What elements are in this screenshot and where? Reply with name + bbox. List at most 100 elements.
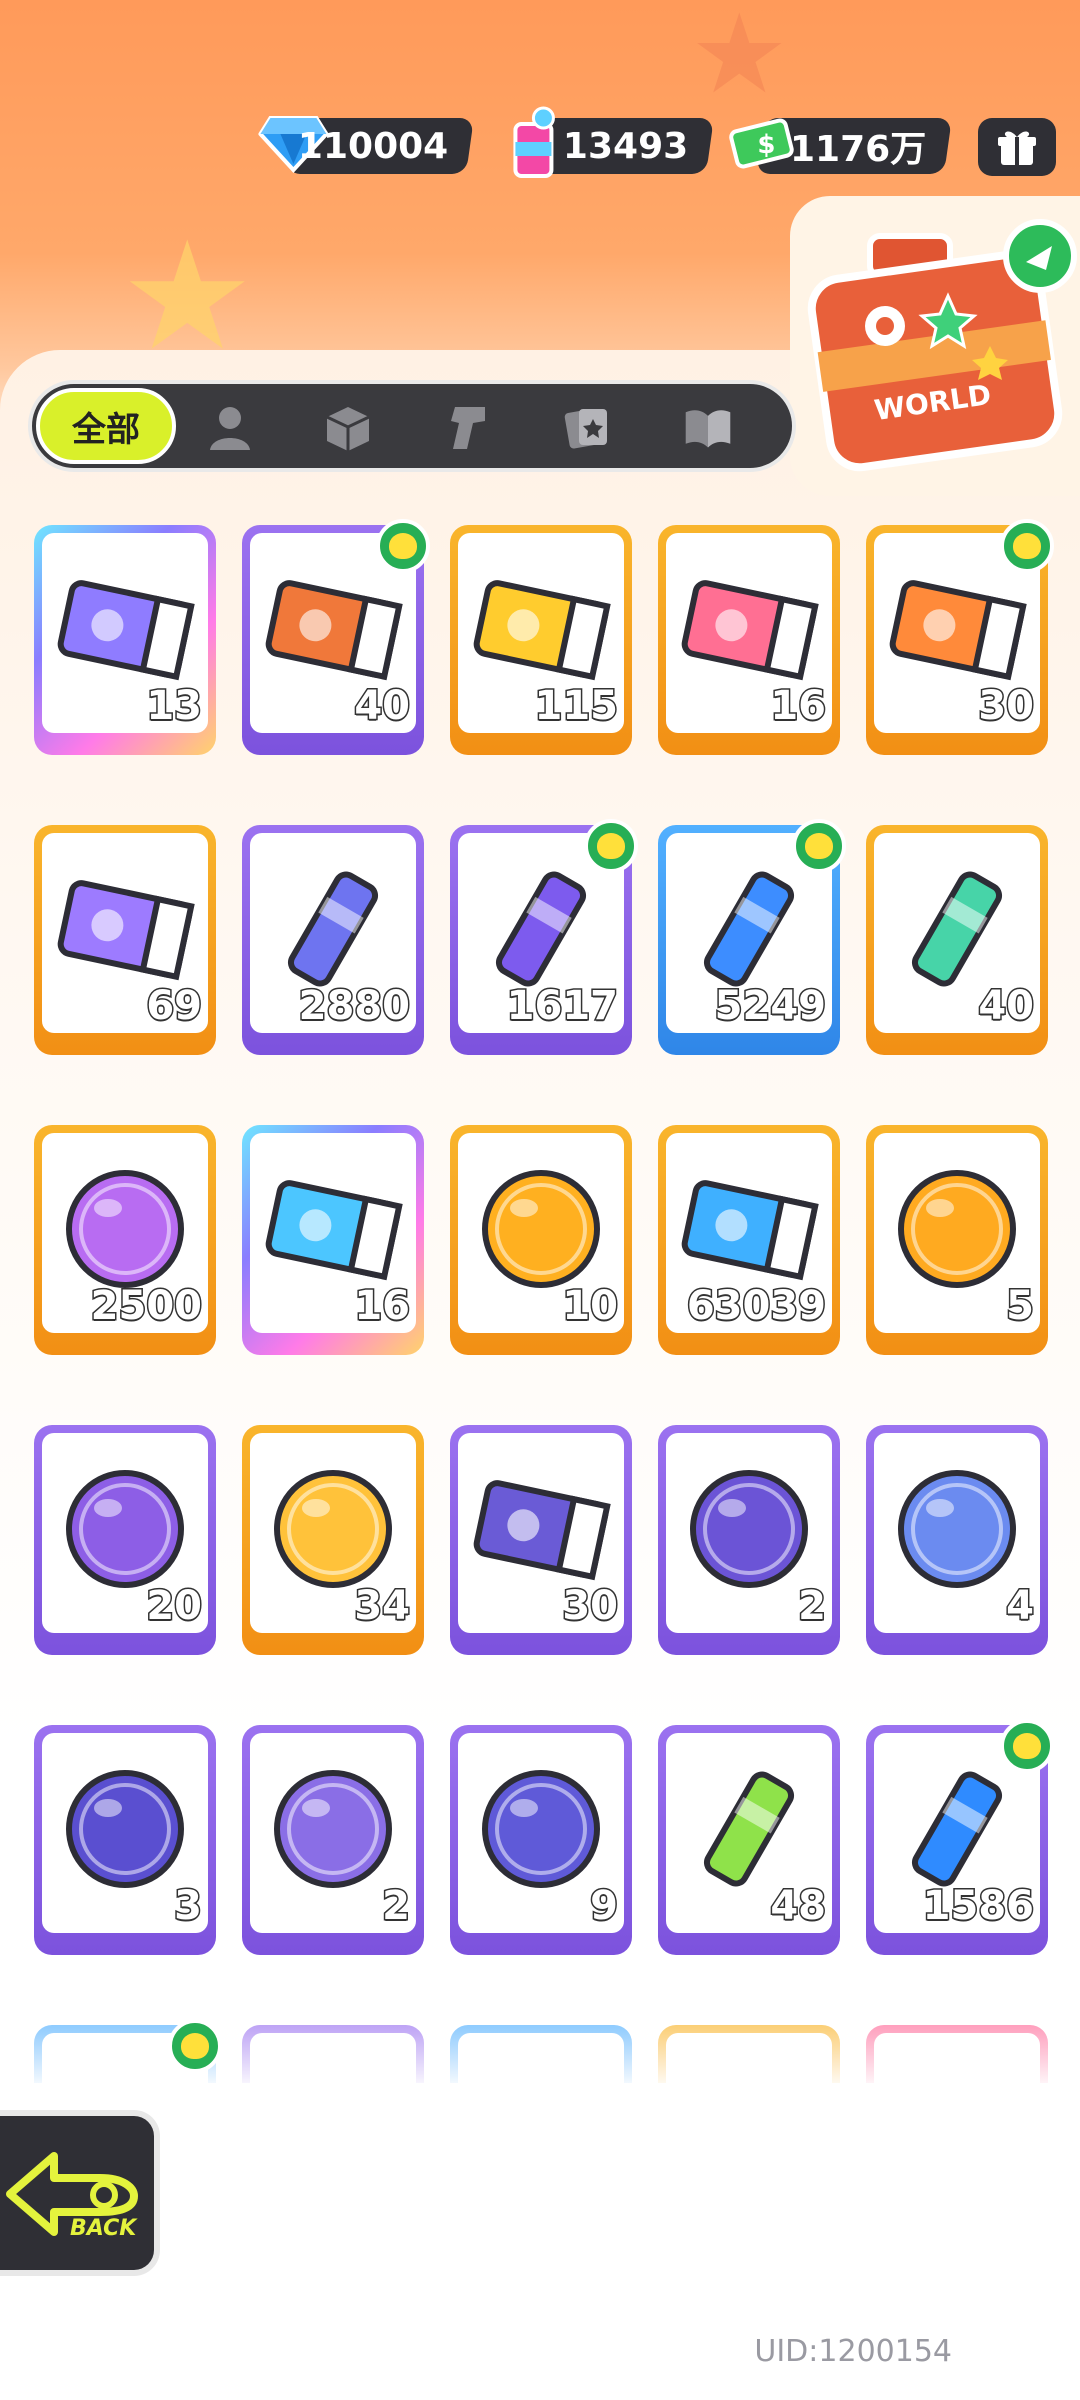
item-quantity: 2	[381, 1882, 412, 1931]
inventory-item[interactable]: 9	[450, 1725, 632, 1955]
inventory-item[interactable]: 4	[866, 1425, 1048, 1655]
item-quantity: 2	[797, 1582, 828, 1631]
tab-boxes[interactable]	[322, 402, 374, 454]
yellow-ticket-icon	[471, 559, 611, 699]
inventory-item[interactable]: 30	[450, 1425, 632, 1655]
tab-cards[interactable]	[562, 402, 614, 454]
cash-value: 1176万	[789, 129, 926, 170]
item-quantity: 9	[589, 1882, 620, 1931]
inventory-item[interactable]: 5	[866, 1125, 1048, 1355]
mystery-egg-orange-icon	[887, 1159, 1027, 1299]
inventory-item[interactable]: 34	[242, 1425, 424, 1655]
item-slot: 40	[874, 833, 1040, 1033]
book-icon	[685, 410, 731, 448]
item-slot: 13	[42, 533, 208, 733]
purple-ticket-icon	[55, 559, 195, 699]
item-slot: 4	[874, 1433, 1040, 1633]
item-quantity: 1617	[505, 982, 619, 1031]
piranha-orb-icon	[55, 1759, 195, 1899]
item-quantity: 48	[769, 1882, 828, 1931]
item-slot: 2500	[42, 1133, 208, 1333]
inventory-item[interactable]: 30	[866, 519, 1054, 755]
item-slot: 2	[666, 1433, 832, 1633]
travel-suitcase-button[interactable]: WORLD	[790, 196, 1080, 496]
inventory-item[interactable]: 16	[242, 1125, 424, 1355]
inventory-item[interactable]: 40	[242, 519, 430, 755]
lion-ticket-icon	[263, 559, 403, 699]
chick-icon	[1013, 1733, 1041, 1759]
inventory-item[interactable]: 115	[450, 525, 632, 755]
star-badge-icon	[471, 1159, 611, 1299]
mystery-egg-purple-icon	[55, 1459, 195, 1599]
item-quantity: 20	[145, 1582, 204, 1631]
chick-icon	[389, 533, 417, 559]
cash-counter[interactable]: $ 1176万	[729, 118, 952, 174]
item-quantity: 34	[353, 1582, 412, 1631]
diamond-counter[interactable]: 110004	[258, 116, 474, 174]
diamond-value: 110004	[297, 125, 448, 167]
item-slot: 48	[666, 1733, 832, 1933]
grid-fade	[0, 1990, 1080, 2090]
lottery-ticket-icon	[263, 1159, 403, 1299]
season-ticket-icon	[679, 1159, 819, 1299]
item-slot: 3	[42, 1733, 208, 1933]
inventory-item[interactable]: 2500	[34, 1125, 216, 1355]
item-quantity: 13	[145, 682, 204, 731]
decor-star-icon: ★	[120, 210, 255, 384]
item-slot: 69	[42, 833, 208, 1033]
blue-crayon-icon	[679, 859, 819, 999]
tab-characters[interactable]	[204, 402, 256, 454]
item-quantity: 30	[561, 1582, 620, 1631]
new-item-badge-icon	[584, 819, 638, 873]
inventory-item[interactable]: 20	[34, 1425, 216, 1655]
inventory-item[interactable]: 2880	[242, 825, 424, 1055]
violet-ticket-icon	[55, 859, 195, 999]
inventory-item[interactable]: 13	[34, 525, 216, 755]
cool-sticker-icon	[55, 1159, 195, 1299]
new-item-badge-icon	[376, 519, 430, 573]
back-label: BACK	[70, 2216, 137, 2241]
inventory-item[interactable]: 40	[866, 825, 1048, 1055]
suitcase-icon	[807, 219, 1077, 472]
inventory-item[interactable]: 2	[658, 1425, 840, 1655]
tab-all[interactable]: 全部	[36, 388, 176, 464]
item-slot: 5	[874, 1133, 1040, 1333]
new-item-badge-icon	[168, 2019, 222, 2073]
paint-can-icon	[494, 104, 572, 182]
item-quantity: 5	[1005, 1282, 1036, 1331]
item-slot: 30	[458, 1433, 624, 1633]
item-quantity: 63039	[685, 1282, 827, 1331]
inventory-item[interactable]: 2	[242, 1725, 424, 1955]
inventory-item[interactable]: 3	[34, 1725, 216, 1955]
inventory-item[interactable]: 1617	[450, 819, 638, 1055]
mystery-badge-icon	[263, 1459, 403, 1599]
inventory-item[interactable]: 63039	[658, 1125, 840, 1355]
category-filter-bar: 全部	[28, 380, 796, 472]
back-arrow-icon	[6, 2152, 138, 2236]
inventory-item[interactable]: 10	[450, 1125, 632, 1355]
paint-counter[interactable]: 13493	[513, 106, 714, 178]
item-quantity: 30	[977, 682, 1036, 731]
fish-orb-icon	[887, 1459, 1027, 1599]
gift-button[interactable]	[978, 118, 1056, 176]
item-quantity: 16	[353, 1282, 412, 1331]
box-icon	[326, 407, 370, 451]
item-slot: 2	[250, 1733, 416, 1933]
spray-can-icon	[887, 1759, 1027, 1899]
pistol-icon	[451, 407, 485, 449]
item-quantity: 69	[145, 982, 204, 1031]
item-slot: 16	[250, 1133, 416, 1333]
inventory-item[interactable]: 69	[34, 825, 216, 1055]
item-slot: 9	[458, 1733, 624, 1933]
inventory-item[interactable]: 16	[658, 525, 840, 755]
item-quantity: 115	[533, 682, 619, 731]
back-button[interactable]: BACK	[0, 2110, 160, 2276]
inventory-item[interactable]: 1586	[866, 1719, 1054, 1955]
inventory-item[interactable]: 48	[658, 1725, 840, 1955]
tab-albums[interactable]	[682, 402, 734, 454]
inventory-grid: 13 40 115 16 30 69 2880 1617 5249 40 2500 16 10 63039…	[0, 515, 1080, 2083]
item-quantity: 40	[353, 682, 412, 731]
inventory-item[interactable]: 5249	[658, 819, 846, 1055]
item-quantity: 3	[173, 1882, 204, 1931]
tab-weapons[interactable]	[442, 402, 494, 454]
